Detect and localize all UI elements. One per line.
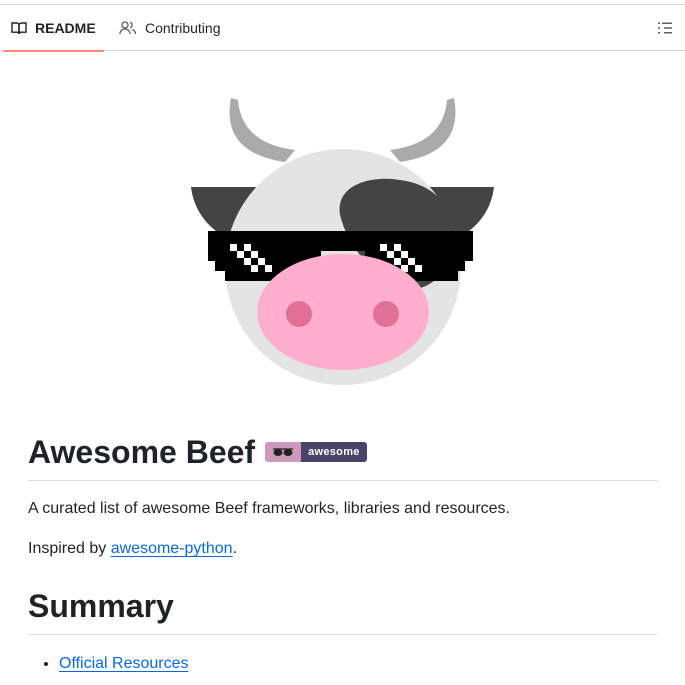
official-resources-link[interactable]: Official Resources	[59, 655, 189, 672]
description-text: A curated list of awesome Beef framework…	[28, 500, 510, 517]
sunglasses-icon	[265, 442, 302, 462]
left-horn	[229, 98, 295, 162]
active-tab-indicator	[3, 50, 104, 52]
badge-label: awesome	[301, 442, 367, 462]
list-item: Official Resources	[59, 653, 189, 675]
list-icon	[657, 22, 673, 40]
cow-logo-image	[185, 90, 500, 390]
readme-tab-bar: README Contributing	[0, 4, 685, 52]
awesome-python-link[interactable]: awesome-python	[111, 540, 233, 557]
summary-divider	[28, 634, 658, 635]
right-nostril	[373, 301, 399, 327]
right-horn	[390, 98, 456, 162]
tab-contributing-label: Contributing	[145, 20, 221, 36]
title-divider	[28, 480, 658, 481]
tab-contributing[interactable]: Contributing	[119, 5, 221, 51]
outline-button[interactable]	[657, 20, 673, 36]
inspired-line: Inspired by awesome-python.	[28, 538, 237, 560]
tab-readme-label: README	[35, 20, 96, 36]
awesome-badge[interactable]: awesome	[265, 442, 367, 462]
summary-list: Official Resources	[28, 653, 189, 675]
page-title-text: Awesome Beef	[28, 434, 256, 470]
tab-readme[interactable]: README	[3, 5, 104, 52]
left-nostril	[286, 301, 312, 327]
snout	[257, 254, 429, 370]
book-icon	[11, 20, 27, 36]
summary-heading: Summary	[28, 588, 174, 624]
inspired-suffix: .	[232, 540, 238, 557]
people-icon	[119, 20, 137, 36]
inspired-prefix: Inspired by	[28, 540, 111, 557]
page-title: Awesome Beef awesome	[28, 432, 367, 472]
